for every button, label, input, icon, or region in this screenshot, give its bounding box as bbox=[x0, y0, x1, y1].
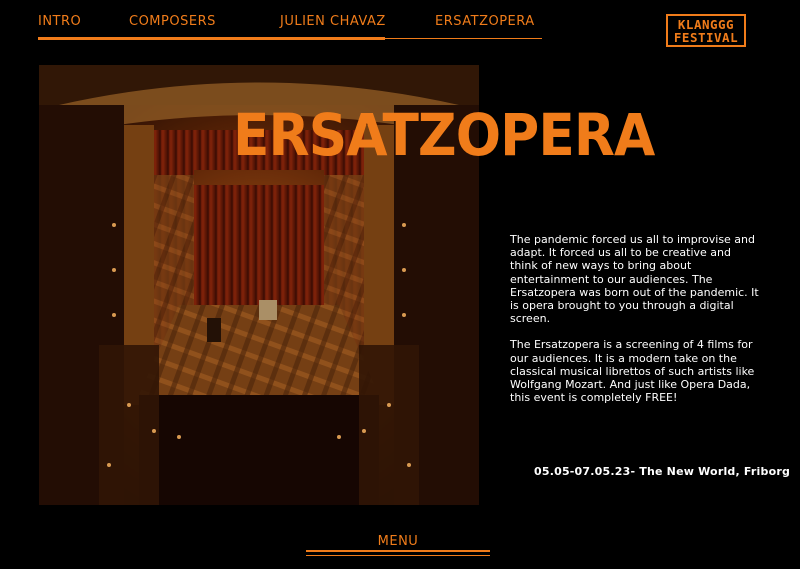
nav-item-ersatzopera[interactable]: ERSATZOPERA bbox=[435, 14, 535, 29]
paragraph-1: The pandemic forced us all to improvise … bbox=[510, 233, 759, 326]
menu-underline-secondary bbox=[306, 555, 490, 556]
nav-item-julien-chavaz[interactable]: JULIEN CHAVAZ bbox=[280, 14, 386, 29]
page-title: ERSATZOPERA bbox=[233, 101, 655, 169]
paragraph-2: The Ersatzopera is a screening of 4 film… bbox=[510, 338, 755, 405]
festival-logo[interactable]: KLANGGG FESTIVAL bbox=[666, 14, 746, 47]
logo-line-2: FESTIVAL bbox=[673, 30, 739, 45]
event-dates: 05.05-07.05.23- The New World, Friborg bbox=[534, 465, 791, 478]
nav-underline-active bbox=[38, 37, 385, 40]
intro-text: The pandemic forced us all to improvise … bbox=[510, 233, 760, 417]
menu-underline bbox=[306, 550, 490, 552]
nav-item-intro[interactable]: INTRO bbox=[38, 14, 81, 29]
nav-underline bbox=[385, 38, 542, 39]
nav-item-composers[interactable]: COMPOSERS bbox=[129, 14, 216, 29]
menu-button[interactable]: MENU bbox=[306, 534, 490, 549]
